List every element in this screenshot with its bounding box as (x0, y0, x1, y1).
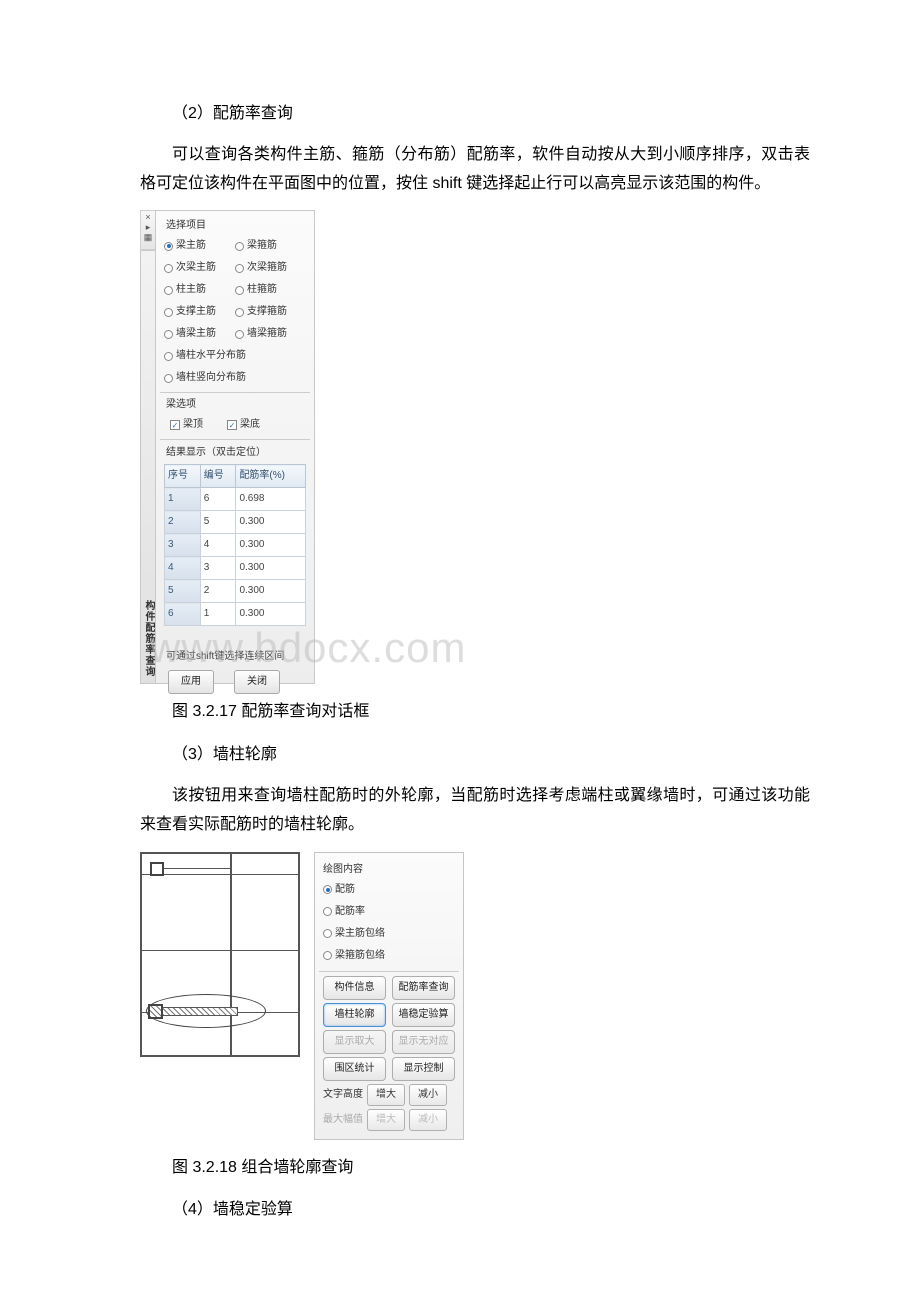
max-amplitude-label: 最大幅值 (323, 1111, 363, 1129)
show-max-button: 显示取大 (323, 1030, 386, 1054)
section-3-heading: （3）墙柱轮廓 (140, 741, 810, 770)
checkbox-beam-top[interactable]: ✓梁顶 (170, 416, 203, 434)
radio-支撑主筋[interactable]: 支撑主筋 (164, 301, 235, 323)
show-unmatched-button: 显示无对应 (392, 1030, 455, 1054)
section-4-heading: （4）墙稳定验算 (140, 1196, 810, 1225)
radio-支撑箍筋[interactable]: 支撑箍筋 (235, 301, 306, 323)
figure-3-2-18: 绘图内容 配筋配筋率梁主筋包络梁箍筋包络 构件信息 配筋率查询 墙柱轮廓 墙稳定… (140, 852, 810, 1140)
checkbox-label: 梁顶 (183, 416, 203, 434)
caption-3-2-18: 图 3.2.18 组合墙轮廓查询 (140, 1154, 810, 1183)
radio-次梁主筋[interactable]: 次梁主筋 (164, 257, 235, 279)
table-row[interactable]: 340.300 (165, 534, 306, 557)
col-id: 编号 (200, 465, 236, 488)
increase-button[interactable]: 增大 (367, 1084, 405, 1106)
select-group-label: 选择项目 (166, 217, 306, 235)
checkbox-label: 梁底 (240, 416, 260, 434)
text-height-label: 文字高度 (323, 1086, 363, 1104)
panel-close-strip[interactable]: × ▸ ▦ (140, 210, 155, 250)
component-info-button[interactable]: 构件信息 (323, 976, 386, 1000)
radio-配筋[interactable]: 配筋 (323, 879, 455, 901)
table-row[interactable]: 610.300 (165, 603, 306, 626)
section-2-heading: （2）配筋率查询 (140, 100, 810, 129)
wall-stability-button[interactable]: 墙稳定验算 (392, 1003, 455, 1027)
radio-墙柱水平分布筋[interactable]: 墙柱水平分布筋 (164, 345, 306, 367)
radio-墙柱竖向分布筋[interactable]: 墙柱竖向分布筋 (164, 367, 306, 389)
radio-梁主筋包络[interactable]: 梁主筋包络 (323, 923, 455, 945)
section-3-para: 该按钮用来查询墙柱配筋时的外轮廓，当配筋时选择考虑端柱或翼缘墙时，可通过该功能来… (140, 782, 810, 840)
draw-group-label: 绘图内容 (323, 861, 455, 879)
apply-button[interactable]: 应用 (168, 670, 214, 694)
radio-柱主筋[interactable]: 柱主筋 (164, 279, 235, 301)
radio-梁主筋[interactable]: 梁主筋 (164, 235, 235, 257)
result-table[interactable]: 序号 编号 配筋率(%) 160.698250.300340.300430.30… (164, 464, 306, 626)
radio-梁箍筋[interactable]: 梁箍筋 (235, 235, 306, 257)
caption-3-2-17: 图 3.2.17 配筋率查询对话框 (140, 698, 810, 727)
radio-墙梁主筋[interactable]: 墙梁主筋 (164, 323, 235, 345)
radio-墙梁箍筋[interactable]: 墙梁箍筋 (235, 323, 306, 345)
radio-梁箍筋包络[interactable]: 梁箍筋包络 (323, 945, 455, 967)
wall-outline-button[interactable]: 墙柱轮廓 (323, 1003, 386, 1027)
table-row[interactable]: 160.698 (165, 488, 306, 511)
menu-icon[interactable]: ▦ (144, 233, 153, 243)
beam-sub-label: 梁选项 (166, 396, 306, 414)
close-button[interactable]: 关闭 (234, 670, 280, 694)
figure-3-2-17: www.bdocx.com × ▸ ▦ 构件配筋率查询 选择项目 梁主筋梁箍筋次… (140, 210, 810, 684)
zone-stats-button[interactable]: 围区统计 (323, 1057, 386, 1081)
section-2-para: 可以查询各类构件主筋、箍筋（分布筋）配筋率，软件自动按从大到小顺序排序，双击表格… (140, 141, 810, 199)
table-row[interactable]: 250.300 (165, 511, 306, 534)
radio-次梁箍筋[interactable]: 次梁箍筋 (235, 257, 306, 279)
hint-text: 可通过shift键选择连续区间 (166, 648, 306, 666)
increase-button-disabled: 增大 (367, 1109, 405, 1131)
result-label: 结果显示（双击定位） (166, 444, 306, 462)
decrease-button-disabled: 减小 (409, 1109, 447, 1131)
reinforcement-query-panel: 选择项目 梁主筋梁箍筋次梁主筋次梁箍筋柱主筋柱箍筋支撑主筋支撑箍筋墙梁主筋墙梁箍… (155, 210, 315, 684)
col-ratio: 配筋率(%) (236, 465, 306, 488)
radio-柱箍筋[interactable]: 柱箍筋 (235, 279, 306, 301)
ratio-query-button[interactable]: 配筋率查询 (392, 976, 455, 1000)
panel-title: 构件配筋率查询 (140, 250, 155, 684)
table-row[interactable]: 430.300 (165, 557, 306, 580)
wall-outline-diagram (140, 852, 300, 1057)
drawing-options-panel: 绘图内容 配筋配筋率梁主筋包络梁箍筋包络 构件信息 配筋率查询 墙柱轮廓 墙稳定… (314, 852, 464, 1140)
decrease-button[interactable]: 减小 (409, 1084, 447, 1106)
col-index: 序号 (165, 465, 201, 488)
display-control-button[interactable]: 显示控制 (392, 1057, 455, 1081)
radio-配筋率[interactable]: 配筋率 (323, 901, 455, 923)
table-row[interactable]: 520.300 (165, 580, 306, 603)
checkbox-beam-bottom[interactable]: ✓梁底 (227, 416, 260, 434)
